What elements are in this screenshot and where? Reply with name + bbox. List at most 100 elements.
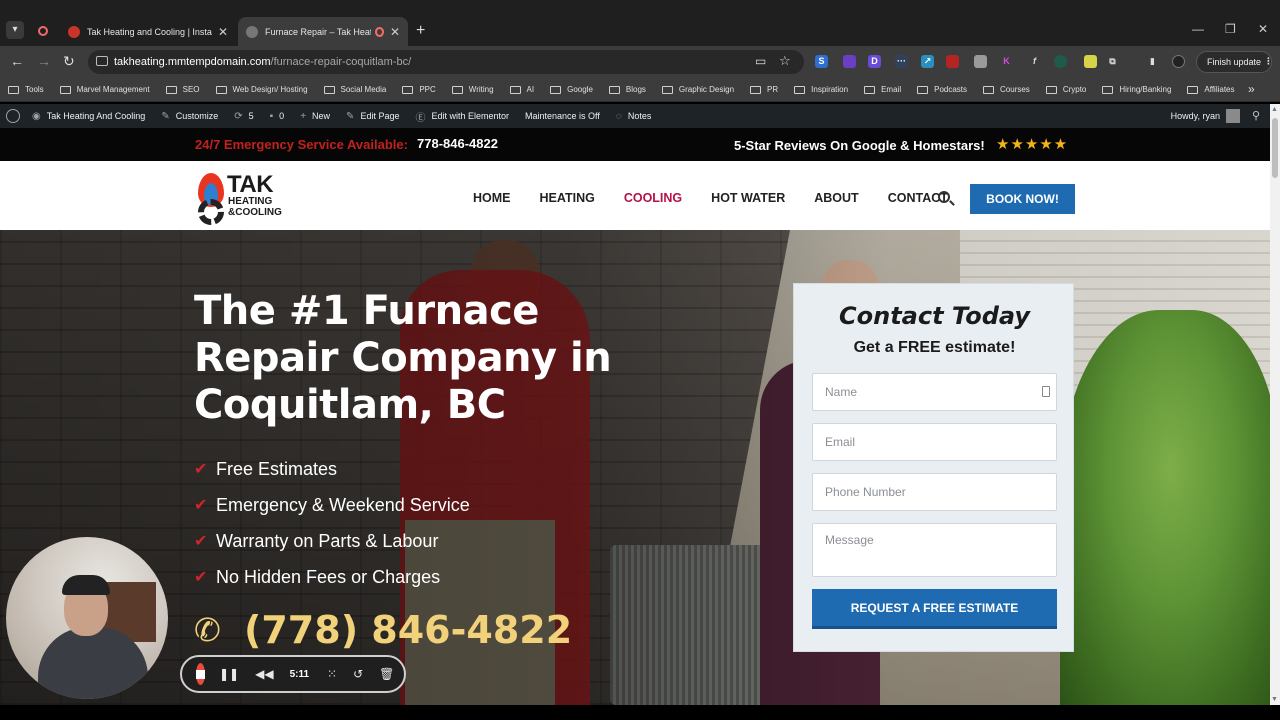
nav-cooling[interactable]: COOLING [624,191,682,205]
stop-recording-button[interactable] [196,663,205,685]
extension-arrow-icon[interactable]: ↗ [921,55,934,68]
more-bookmarks-icon[interactable]: » [1248,82,1255,96]
page-scrollbar[interactable]: ▲ ▼ [1270,104,1280,705]
bookmark-web-design[interactable]: Web Design/ Hosting [215,85,308,94]
reload-icon[interactable]: ↻ [63,53,75,70]
bookmark-social-media[interactable]: Social Media [323,85,386,94]
back-icon[interactable]: ← [10,53,24,69]
close-window-icon[interactable]: ✕ [1258,22,1268,36]
phone-field[interactable] [812,473,1057,511]
extension-s-icon[interactable]: S [815,55,828,68]
restore-icon[interactable]: ❐ [1225,22,1236,36]
admin-notes[interactable]: ◌ Notes [616,111,651,122]
wp-admin-bar: ◉ Tak Heating And Cooling ✎ Customize ⟳ 5 ▪… [0,104,1270,128]
close-tab-icon[interactable]: ✕ [218,25,228,39]
search-icon[interactable] [938,191,950,203]
forward-icon[interactable]: → [37,53,51,69]
extension-k-icon[interactable]: K [1000,55,1013,68]
book-now-button[interactable]: BOOK NOW! [970,184,1075,214]
emergency-phone-link[interactable]: 778-846-4822 [417,136,498,151]
nav-heating[interactable]: HEATING [540,191,595,205]
recording-indicator-icon [38,26,48,36]
admin-site-name[interactable]: ◉ Tak Heating And Cooling [32,111,145,122]
close-tab-icon[interactable]: ✕ [390,25,400,39]
bookmark-tools[interactable]: Tools [8,85,44,94]
folder-icon [1102,85,1114,94]
bookmark-hiring-banking[interactable]: Hiring/Banking [1102,85,1171,94]
request-estimate-button[interactable]: REQUEST A FREE ESTIMATE [812,589,1057,629]
extension-d-icon[interactable]: D [868,55,881,68]
extensions-puzzle-icon[interactable]: ⧉ [1106,55,1119,68]
extension-green-icon[interactable] [1054,55,1067,68]
address-bar[interactable]: takheating.mmtempdomain.com/furnace-repa… [88,50,804,74]
bookmark-star-icon[interactable]: ☆ [779,53,791,69]
tab-search-button[interactable]: ▾ [6,21,24,39]
site-header: TAK HEATING &COOLING HOME HEATING COOLIN… [0,161,1270,230]
extension-fx-icon[interactable]: f [1028,55,1041,68]
restart-icon[interactable]: ↺ [353,667,363,681]
browser-menu-icon[interactable]: ⋮ [1262,55,1275,68]
finish-update-button[interactable]: Finish update [1196,51,1273,73]
hero-section: The #1 Furnace Repair Company in Coquitl… [0,230,1270,705]
tab-tak-heating-home[interactable]: Tak Heating and Cooling | Installati ✕ [60,17,236,46]
bottom-edge [0,705,1280,720]
grid-icon[interactable]: ⁙ [327,667,337,681]
bookmark-writing[interactable]: Writing [451,85,494,94]
scroll-up-icon[interactable]: ▲ [1271,106,1278,113]
side-panel-icon[interactable]: ▮ [1146,55,1159,68]
nav-about[interactable]: ABOUT [814,191,858,205]
message-field[interactable] [812,523,1057,577]
bookmark-google[interactable]: Google [550,85,593,94]
admin-edit-page[interactable]: ✎ Edit Page [346,111,399,122]
bookmark-pr[interactable]: PR [750,85,778,94]
scrollbar-thumb[interactable] [1272,118,1278,178]
admin-customize[interactable]: ✎ Customize [161,111,218,122]
webcam-bubble[interactable] [6,537,168,699]
nav-home[interactable]: HOME [473,191,511,205]
wordpress-logo-icon[interactable] [6,109,20,123]
autofill-contact-icon[interactable] [1042,386,1050,397]
scroll-down-icon[interactable]: ▼ [1271,696,1278,703]
tab-furnace-repair[interactable]: Furnace Repair – Tak Heating ✕ [238,17,408,46]
admin-maintenance[interactable]: Maintenance is Off [525,111,600,121]
bookmark-crypto[interactable]: Crypto [1045,85,1086,94]
bookmark-ai[interactable]: AI [509,85,534,94]
bookmark-podcasts[interactable]: Podcasts [917,85,967,94]
hero-phone-link[interactable]: ✆ (778) 846-4822 [194,608,572,652]
bookmark-seo[interactable]: SEO [165,85,200,94]
bookmark-graphic-design[interactable]: Graphic Design [661,85,734,94]
folder-icon [1045,85,1057,94]
admin-search-icon[interactable]: ⚲ [1252,109,1260,122]
folder-icon [983,85,995,94]
name-field[interactable] [812,373,1057,411]
extension-dots-icon[interactable]: ··· [895,55,908,68]
bookmark-courses[interactable]: Courses [983,85,1030,94]
email-field[interactable] [812,423,1057,461]
new-tab-icon[interactable]: + [416,22,425,40]
profile-avatar-icon[interactable] [1172,55,1185,68]
bookmark-marvel-management[interactable]: Marvel Management [59,85,150,94]
admin-new[interactable]: + New [300,111,330,122]
camera-icon[interactable]: ▭ [755,54,766,68]
admin-account[interactable]: Howdy, ryan [1171,104,1240,128]
minimize-icon[interactable]: — [1192,22,1204,36]
bookmark-blogs[interactable]: Blogs [608,85,646,94]
admin-edit-elementor[interactable]: Ⓔ Edit with Elementor [415,109,509,124]
extension-red-icon[interactable] [946,55,959,68]
admin-comments[interactable]: ▪ 0 [270,111,285,122]
extension-grey-icon[interactable] [974,55,987,68]
trash-icon[interactable]: 🗑 [379,667,394,681]
site-info-icon[interactable] [96,56,108,66]
bookmark-ppc[interactable]: PPC [402,85,436,94]
nav-hot-water[interactable]: HOT WATER [711,191,785,205]
user-avatar [1226,109,1240,123]
bookmark-affiliates[interactable]: Affiliates [1187,85,1235,94]
extension-purple-icon[interactable] [843,55,856,68]
bookmark-inspiration[interactable]: Inspiration [794,85,848,94]
pause-icon[interactable]: ❚❚ [219,667,239,681]
bookmark-email[interactable]: Email [864,85,901,94]
extension-yellow-icon[interactable] [1084,55,1097,68]
rewind-icon[interactable]: ◀◀ [255,667,273,681]
admin-updates[interactable]: ⟳ 5 [234,111,253,122]
tak-logo[interactable]: TAK HEATING &COOLING [194,171,294,225]
